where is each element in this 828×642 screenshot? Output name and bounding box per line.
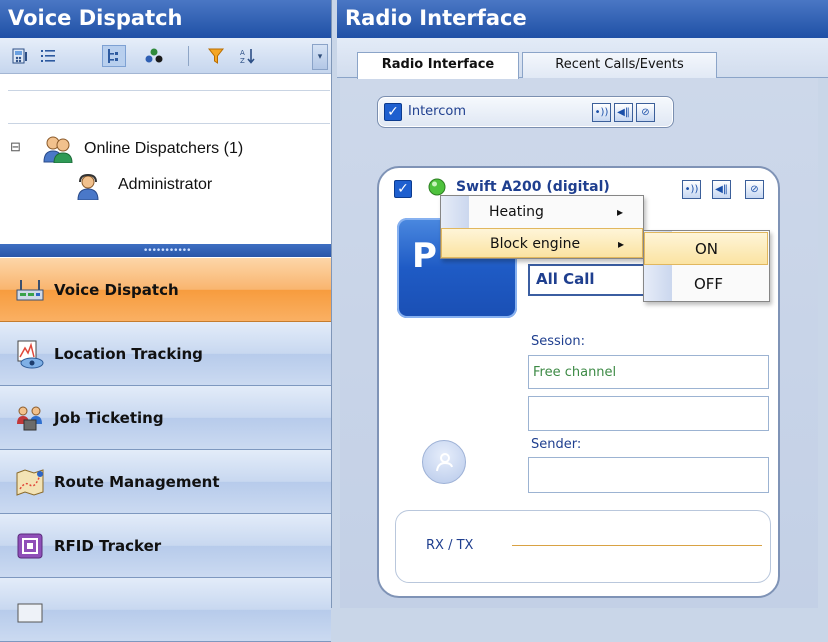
toolbar-overflow-button[interactable]: ▾ <box>312 44 328 70</box>
nav-label-route-management: Route Management <box>54 472 220 491</box>
nav-partial-icon <box>14 594 46 626</box>
menu-item-block-engine[interactable]: Block engine ▸ <box>441 228 643 258</box>
administrator-icon <box>76 173 100 204</box>
sender-field <box>528 457 769 493</box>
svg-text:A: A <box>240 49 245 57</box>
route-management-icon <box>14 466 46 498</box>
nav-location-tracking[interactable]: Location Tracking <box>0 322 331 386</box>
voice-dispatch-icon <box>14 274 46 306</box>
job-ticketing-icon <box>14 402 46 434</box>
submenu-arrow-icon: ▸ <box>618 237 625 251</box>
session-value: Free channel <box>533 365 617 380</box>
svg-text:Z: Z <box>240 57 245 65</box>
left-panel-title: Voice Dispatch <box>0 0 331 38</box>
ptt-label: P <box>412 236 437 276</box>
intercom-label: Intercom <box>408 104 466 119</box>
console-icon[interactable] <box>8 45 32 67</box>
submenu-item-off-label: OFF <box>694 275 724 293</box>
splitter-grip: ••••••••••• <box>143 246 191 256</box>
dispatchers-group-icon <box>42 135 74 167</box>
submenu-arrow-icon: ▸ <box>617 205 624 219</box>
radio-disable-icon[interactable]: ⊘ <box>745 180 764 199</box>
toolbar-separator <box>188 46 189 66</box>
intercom-checkbox[interactable]: ✓ <box>384 103 402 121</box>
sender-label: Sender: <box>531 437 582 452</box>
administrator-label[interactable]: Administrator <box>118 176 212 194</box>
session-extra-field <box>528 396 769 431</box>
tree-view-icon[interactable] <box>102 45 126 67</box>
intercom-mute-icon[interactable]: ◀‖ <box>614 103 633 122</box>
submenu-item-off[interactable]: OFF <box>644 268 768 300</box>
nav-rfid-tracker[interactable]: RFID Tracker <box>0 514 331 578</box>
radio-select-checkbox[interactable]: ✓ <box>394 180 412 198</box>
radio-name: Swift A200 (digital) <box>456 179 610 195</box>
nav-next-item-partial[interactable] <box>0 578 331 642</box>
menu-item-block-engine-label: Block engine <box>490 236 581 252</box>
radio-broadcast-icon[interactable]: •)) <box>682 180 701 199</box>
caller-avatar-icon[interactable] <box>422 440 466 484</box>
group-view-icon[interactable] <box>142 45 166 67</box>
list-view-icon[interactable] <box>36 45 60 67</box>
tab-recent-calls-events[interactable]: Recent Calls/Events <box>522 52 717 78</box>
intercom-broadcast-icon[interactable]: •)) <box>592 103 611 122</box>
nav-label-voice-dispatch: Voice Dispatch <box>54 280 179 299</box>
nav-voice-dispatch[interactable]: Voice Dispatch <box>0 258 331 322</box>
rxtx-label: RX / TX <box>426 538 474 553</box>
nav-label-rfid-tracker: RFID Tracker <box>54 536 162 555</box>
left-toolbar: AZ <box>0 38 331 74</box>
filter-icon[interactable] <box>204 45 228 67</box>
menu-item-heating[interactable]: Heating ▸ <box>441 197 643 227</box>
nav-route-management[interactable]: Route Management <box>0 450 331 514</box>
nav-label-location-tracking: Location Tracking <box>54 344 203 363</box>
submenu-item-on-label: ON <box>695 240 719 258</box>
dispatcher-tree: ⊟ Online Dispatchers (1) Administrator <box>0 125 331 245</box>
radio-mute-icon[interactable]: ◀‖ <box>712 180 731 199</box>
block-engine-submenu: ON OFF <box>643 230 770 302</box>
rxtx-level-line <box>512 545 762 546</box>
sort-az-icon[interactable]: AZ <box>236 45 260 67</box>
menu-item-heating-label: Heating <box>489 204 544 220</box>
talkgroup-value: All Call <box>536 270 595 288</box>
session-label: Session: <box>531 334 585 349</box>
tree-search-input[interactable] <box>8 90 330 124</box>
location-tracking-icon <box>14 338 46 370</box>
nav-label-job-ticketing: Job Ticketing <box>54 408 164 427</box>
submenu-item-on[interactable]: ON <box>644 232 768 265</box>
nav-job-ticketing[interactable]: Job Ticketing <box>0 386 331 450</box>
dispatchers-group-label[interactable]: Online Dispatchers (1) <box>84 140 243 158</box>
tab-radio-interface[interactable]: Radio Interface <box>357 52 519 79</box>
intercom-disable-icon[interactable]: ⊘ <box>636 103 655 122</box>
context-menu: Heating ▸ Block engine ▸ <box>440 195 644 259</box>
tree-collapse-toggle[interactable]: ⊟ <box>10 139 21 155</box>
rfid-tracker-icon <box>14 530 46 562</box>
right-panel-title: Radio Interface <box>337 0 828 38</box>
